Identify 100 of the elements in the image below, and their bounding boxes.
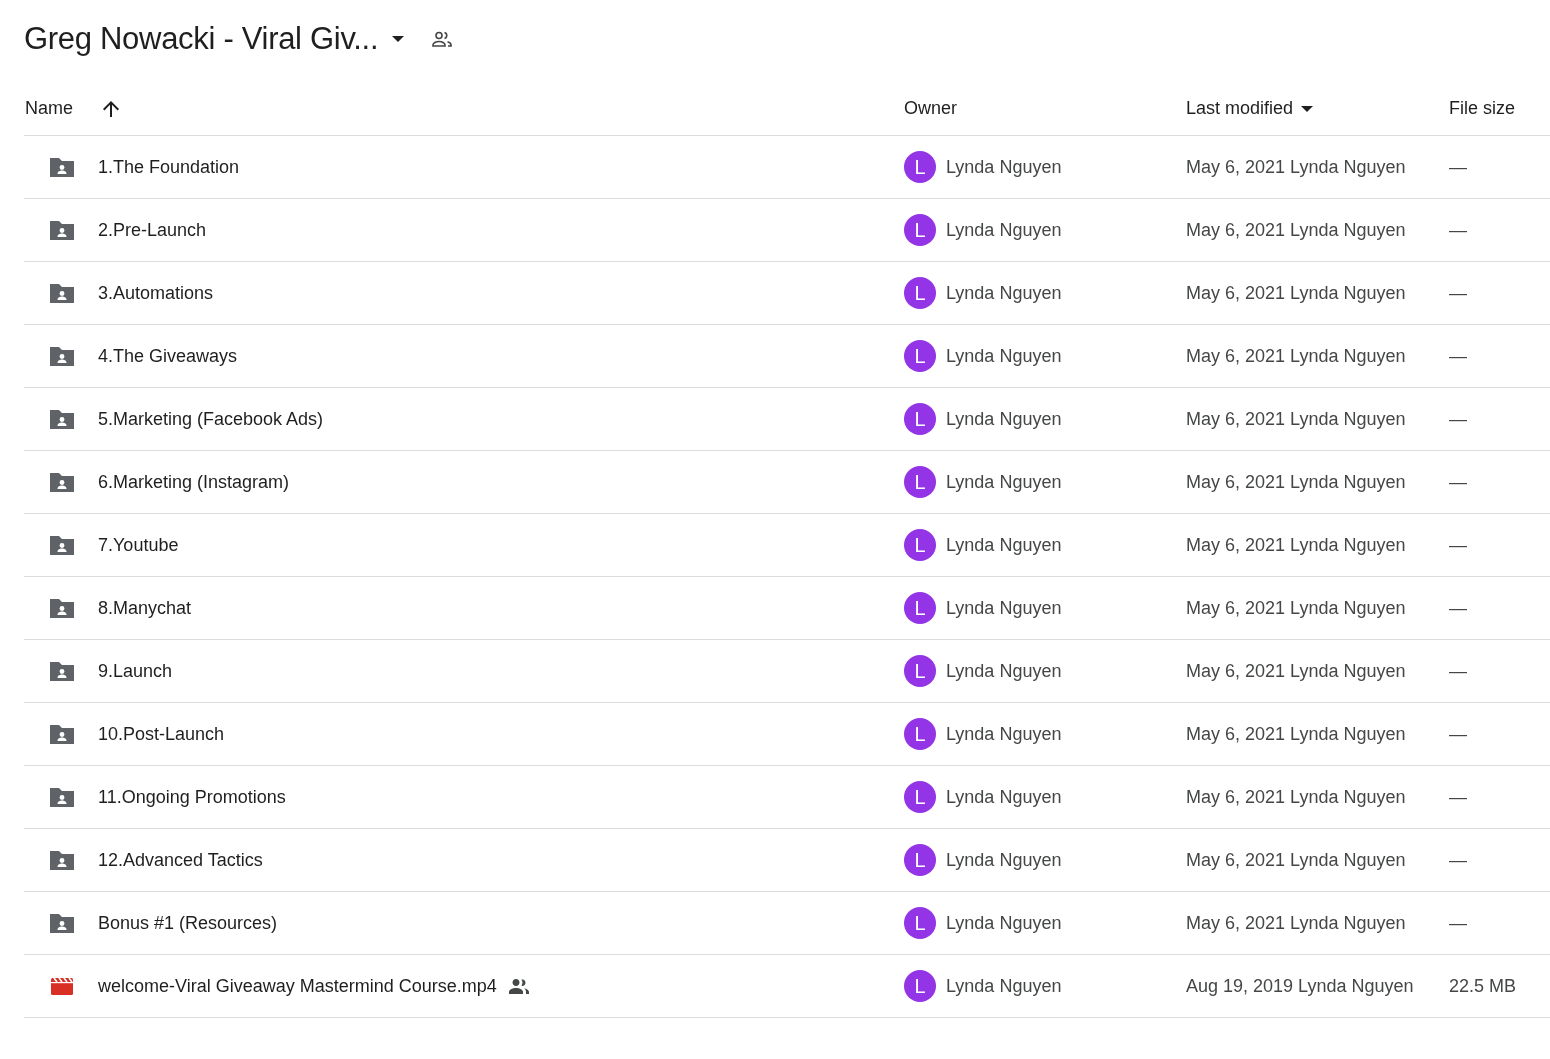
file-name[interactable]: 4.The Giveaways	[98, 345, 238, 367]
modified-date: May 6, 2021	[1186, 219, 1286, 241]
owner-name: Lynda Nguyen	[946, 723, 1062, 745]
owner-name: Lynda Nguyen	[946, 975, 1062, 997]
modified-date: May 6, 2021	[1186, 345, 1286, 367]
shared-folder-icon	[48, 533, 76, 557]
file-size: —	[1449, 723, 1467, 745]
owner-name: Lynda Nguyen	[946, 597, 1062, 619]
file-size: —	[1449, 597, 1467, 619]
file-name[interactable]: welcome-Viral Giveaway Mastermind Course.mp4	[98, 975, 497, 997]
modified-by: Lynda Nguyen	[1298, 975, 1414, 997]
shared-folder-icon	[48, 470, 76, 494]
file-name[interactable]: 7.Youtube	[98, 534, 179, 556]
owner-avatar: L	[904, 655, 936, 687]
owner-avatar: L	[904, 277, 936, 309]
file-size: —	[1449, 912, 1467, 934]
owner-avatar: L	[904, 151, 936, 183]
file-size: —	[1449, 660, 1467, 682]
owner-name: Lynda Nguyen	[946, 786, 1062, 808]
file-name[interactable]: 5.Marketing (Facebook Ads)	[98, 408, 324, 430]
modified-by: Lynda Nguyen	[1290, 912, 1406, 934]
file-name[interactable]: 12.Advanced Tactics	[98, 849, 263, 871]
modified-by: Lynda Nguyen	[1290, 597, 1406, 619]
file-size: —	[1449, 534, 1467, 556]
column-header[interactable]: Name	[25, 98, 73, 119]
modified-date: May 6, 2021	[1186, 156, 1286, 178]
file-name[interactable]: Bonus #1 (Resources)	[98, 912, 278, 934]
shared-folder-icon	[48, 281, 76, 305]
modified-date: May 6, 2021	[1186, 912, 1286, 934]
shared-folder-icon	[48, 218, 76, 242]
caret-icon[interactable]	[1301, 105, 1314, 112]
modified-by: Lynda Nguyen	[1290, 219, 1406, 241]
file-size: —	[1449, 849, 1467, 871]
folder-title-button[interactable]: Greg Nowacki - Viral Giv...	[24, 21, 405, 57]
file-size: 22.5 MB	[1449, 975, 1517, 997]
modified-date: May 6, 2021	[1186, 723, 1286, 745]
file-size: —	[1449, 219, 1467, 241]
owner-name: Lynda Nguyen	[946, 282, 1062, 304]
owner-name: Lynda Nguyen	[946, 660, 1062, 682]
modified-date: Aug 19, 2019	[1186, 975, 1294, 997]
owner-name: Lynda Nguyen	[946, 219, 1062, 241]
sort-up-arrow-icon[interactable]	[103, 100, 119, 117]
owner-name: Lynda Nguyen	[946, 849, 1062, 871]
owner-avatar: L	[904, 340, 936, 372]
owner-avatar: L	[904, 907, 936, 939]
owner-avatar: L	[904, 592, 936, 624]
owner-avatar: L	[904, 970, 936, 1002]
file-size: —	[1449, 282, 1467, 304]
file-name[interactable]: 8.Manychat	[98, 597, 192, 619]
modified-by: Lynda Nguyen	[1290, 786, 1406, 808]
modified-date: May 6, 2021	[1186, 534, 1286, 556]
modified-by: Lynda Nguyen	[1290, 471, 1406, 493]
shared-folder-icon	[48, 722, 76, 746]
file-name[interactable]: 3.Automations	[98, 282, 214, 304]
file-name[interactable]: 11.Ongoing Promotions	[98, 786, 286, 808]
file-name[interactable]: 6.Marketing (Instagram)	[98, 471, 290, 493]
owner-avatar: L	[904, 529, 936, 561]
owner-name: Lynda Nguyen	[946, 534, 1062, 556]
modified-by: Lynda Nguyen	[1290, 660, 1406, 682]
owner-avatar: L	[904, 844, 936, 876]
modified-by: Lynda Nguyen	[1290, 723, 1406, 745]
modified-date: May 6, 2021	[1186, 786, 1286, 808]
column-header[interactable]: Owner	[904, 98, 957, 119]
owner-avatar: L	[904, 781, 936, 813]
file-size: —	[1449, 345, 1467, 367]
owner-name: Lynda Nguyen	[946, 345, 1062, 367]
owner-avatar: L	[904, 403, 936, 435]
modified-by: Lynda Nguyen	[1290, 156, 1406, 178]
file-size: —	[1449, 471, 1467, 493]
file-size: —	[1449, 408, 1467, 430]
shared-folder-icon	[48, 407, 76, 431]
modified-by: Lynda Nguyen	[1290, 345, 1406, 367]
modified-date: May 6, 2021	[1186, 408, 1286, 430]
owner-name: Lynda Nguyen	[946, 156, 1062, 178]
shared-folder-icon	[48, 911, 76, 935]
modified-by: Lynda Nguyen	[1290, 849, 1406, 871]
column-header[interactable]: Last modified	[1186, 98, 1294, 119]
shared-folder-icon	[48, 659, 76, 683]
file-name[interactable]: 2.Pre-Launch	[98, 219, 207, 241]
column-header[interactable]: File size	[1449, 98, 1515, 119]
modified-by: Lynda Nguyen	[1290, 282, 1406, 304]
modified-date: May 6, 2021	[1186, 282, 1286, 304]
file-name[interactable]: 9.Launch	[98, 660, 173, 682]
owner-avatar: L	[904, 214, 936, 246]
modified-date: May 6, 2021	[1186, 849, 1286, 871]
caret-icon	[392, 36, 405, 42]
modified-date: May 6, 2021	[1186, 471, 1286, 493]
file-size: —	[1449, 786, 1467, 808]
file-name[interactable]: 10.Post-Launch	[98, 723, 225, 745]
shared-folder-icon	[48, 848, 76, 872]
owner-name: Lynda Nguyen	[946, 471, 1062, 493]
modified-by: Lynda Nguyen	[1290, 408, 1406, 430]
shared-folder-icon	[48, 344, 76, 368]
modified-date: May 6, 2021	[1186, 660, 1286, 682]
file-name[interactable]: 1.The Foundation	[98, 156, 240, 178]
modified-date: May 6, 2021	[1186, 597, 1286, 619]
file-size: —	[1449, 156, 1467, 178]
shared-folder-icon	[48, 785, 76, 809]
shared-folder-icon	[48, 155, 76, 179]
owner-name: Lynda Nguyen	[946, 912, 1062, 934]
